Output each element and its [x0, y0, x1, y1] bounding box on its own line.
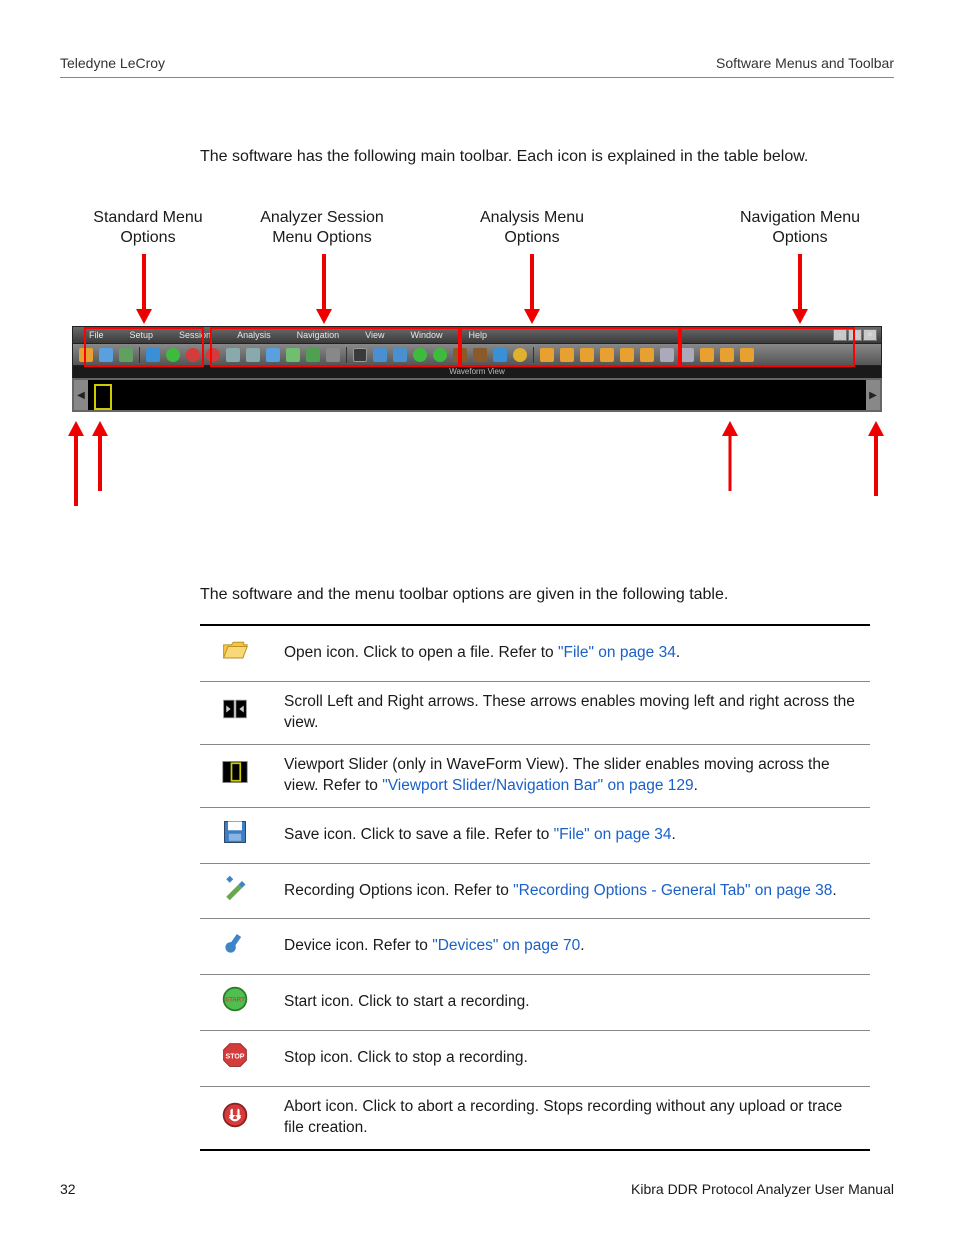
device-icon	[200, 919, 270, 975]
doc-link[interactable]: "File" on page 34	[558, 644, 676, 661]
doc-link[interactable]: "Devices" on page 70	[432, 937, 580, 954]
arrow-down-icon	[524, 254, 540, 324]
arrow-up-icon	[722, 421, 738, 491]
intro2-text: The software and the menu toolbar option…	[200, 586, 894, 604]
description-cell: Abort icon. Click to abort a recording. …	[270, 1087, 870, 1150]
highlight-navigation	[680, 327, 855, 367]
footer-title: Kibra DDR Protocol Analyzer User Manual	[631, 1181, 894, 1197]
highlight-session	[210, 327, 460, 367]
toolbar-diagram: Standard Menu Options Analyzer Session M…	[72, 196, 882, 526]
table-row: Open icon. Click to open a file. Refer t…	[200, 625, 870, 681]
table-row: STOP Stop icon. Click to stop a recording…	[200, 1031, 870, 1087]
scroll-icon	[200, 681, 270, 744]
table-row: Viewport Slider (only in WaveForm View).…	[200, 744, 870, 807]
description-cell: Open icon. Click to open a file. Refer t…	[270, 625, 870, 681]
arrow-up-icon	[68, 421, 84, 506]
waveform-view-label: Waveform View	[72, 366, 882, 378]
doc-link[interactable]: "File" on page 34	[554, 826, 672, 843]
header-right: Software Menus and Toolbar	[716, 55, 894, 71]
doc-link[interactable]: "Viewport Slider/Navigation Bar" on page…	[382, 777, 693, 794]
save-icon	[200, 807, 270, 863]
arrow-down-icon	[792, 254, 808, 324]
svg-text:STOP: STOP	[226, 1054, 245, 1061]
page-footer: 32 Kibra DDR Protocol Analyzer User Manu…	[60, 1181, 894, 1197]
table-row: Recording Options icon. Refer to "Record…	[200, 863, 870, 919]
page-number: 32	[60, 1181, 76, 1197]
table-row: Abort icon. Click to abort a recording. …	[200, 1087, 870, 1150]
highlight-standard	[84, 327, 204, 367]
open-icon	[200, 625, 270, 681]
scroll-right-icon[interactable]: ▶	[866, 380, 880, 410]
intro-text: The software has the following main tool…	[200, 148, 894, 166]
table-row: Scroll Left and Right arrows. These arro…	[200, 681, 870, 744]
abort-icon	[200, 1087, 270, 1150]
arrow-up-icon	[868, 421, 884, 496]
description-cell: Save icon. Click to save a file. Refer t…	[270, 807, 870, 863]
callout-navigation: Navigation Menu Options	[720, 208, 880, 248]
callout-analysis: Analysis Menu Options	[452, 208, 612, 248]
table-row: Device icon. Refer to "Devices" on page …	[200, 919, 870, 975]
arrow-down-icon	[316, 254, 332, 324]
description-cell: Stop icon. Click to stop a recording.	[270, 1031, 870, 1087]
description-cell: Device icon. Refer to "Devices" on page …	[270, 919, 870, 975]
viewport-slider[interactable]	[94, 384, 112, 410]
viewport-slider-icon	[200, 744, 270, 807]
doc-link[interactable]: "Recording Options - General Tab" on pag…	[513, 882, 832, 899]
highlight-analysis	[460, 327, 680, 367]
arrow-up-icon	[92, 421, 108, 491]
toolbar-description-table: Open icon. Click to open a file. Refer t…	[200, 624, 870, 1151]
description-cell: Scroll Left and Right arrows. These arro…	[270, 681, 870, 744]
start-icon: START	[200, 975, 270, 1031]
description-cell: Recording Options icon. Refer to "Record…	[270, 863, 870, 919]
callout-standard: Standard Menu Options	[68, 208, 228, 248]
callout-session: Analyzer Session Menu Options	[242, 208, 402, 248]
description-cell: Viewport Slider (only in WaveForm View).…	[270, 744, 870, 807]
svg-text:START: START	[225, 997, 245, 1004]
stop-icon: STOP	[200, 1031, 270, 1087]
page-header: Teledyne LeCroy Software Menus and Toolb…	[60, 55, 894, 78]
close-icon[interactable]: ×	[863, 329, 877, 341]
arrow-down-icon	[136, 254, 152, 324]
header-left: Teledyne LeCroy	[60, 55, 165, 71]
table-row: START Start icon. Click to start a record…	[200, 975, 870, 1031]
scroll-left-icon[interactable]: ◀	[74, 380, 88, 410]
recording-options-icon	[200, 863, 270, 919]
waveform-view-area: ◀ ▶	[72, 378, 882, 412]
description-cell: Start icon. Click to start a recording.	[270, 975, 870, 1031]
table-row: Save icon. Click to save a file. Refer t…	[200, 807, 870, 863]
